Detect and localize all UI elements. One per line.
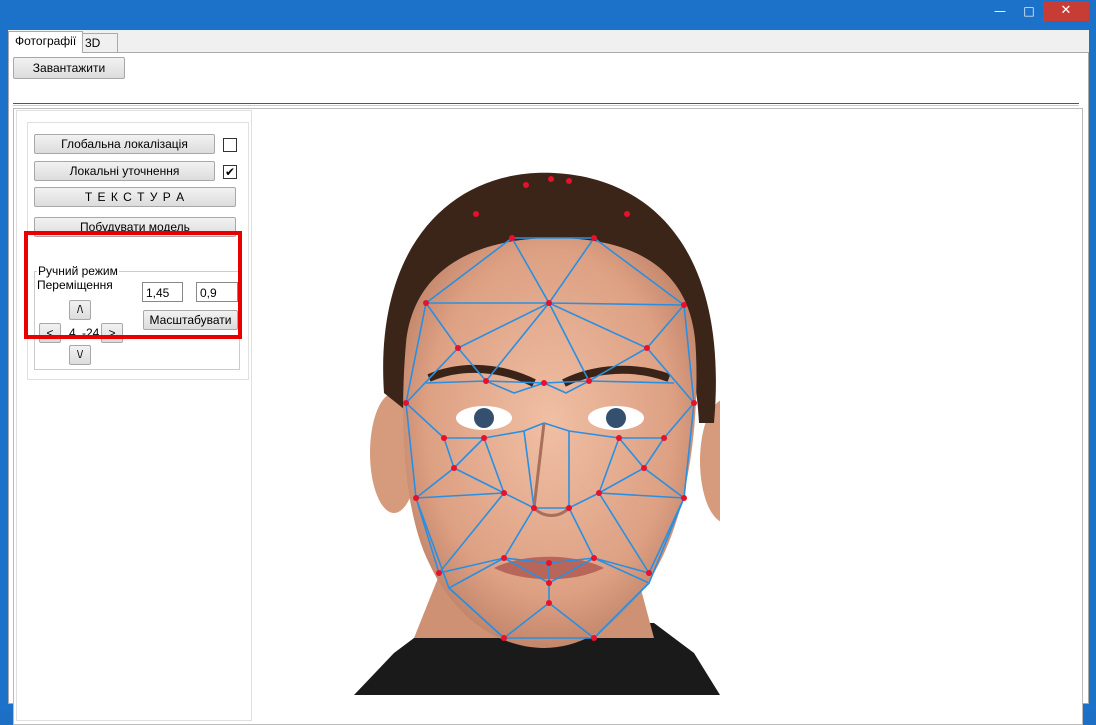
control-panel: Глобальна локалізація Локальні уточнення… bbox=[16, 110, 252, 721]
maximize-icon[interactable]: □ bbox=[1018, 1, 1040, 21]
tab-3d[interactable]: 3D bbox=[78, 33, 118, 53]
local-refinement-button[interactable]: Локальні уточнення bbox=[34, 161, 215, 181]
load-button[interactable]: Завантажити bbox=[13, 57, 125, 79]
app-window: — □ ✕ Фотографії 3D Завантажити Глобальн… bbox=[0, 0, 1096, 725]
title-bar: — □ ✕ bbox=[0, 0, 1096, 28]
face bbox=[403, 238, 697, 648]
manual-mode-highlight bbox=[24, 231, 242, 339]
texture-button[interactable]: Т Е К С Т У Р А bbox=[34, 187, 236, 207]
tab-strip: Фотографії 3D bbox=[8, 30, 1089, 53]
global-localization-checkbox[interactable] bbox=[223, 138, 237, 152]
minimize-icon[interactable]: — bbox=[990, 1, 1010, 21]
local-refinement-checkbox[interactable]: ✔ bbox=[223, 165, 237, 179]
face-photo bbox=[354, 172, 720, 695]
global-localization-button[interactable]: Глобальна локалізація bbox=[34, 134, 215, 154]
tab-photos[interactable]: Фотографії bbox=[8, 31, 84, 53]
close-icon[interactable]: ✕ bbox=[1043, 1, 1089, 21]
move-down-button[interactable]: \/ bbox=[69, 345, 91, 365]
